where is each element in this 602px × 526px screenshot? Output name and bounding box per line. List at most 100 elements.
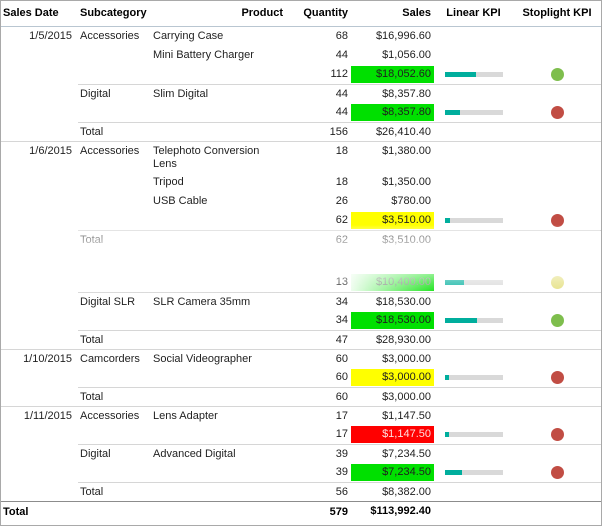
table-row: 1/5/2015 Accessories Carrying Case 68 $16,99… xyxy=(1,27,601,46)
sales-cell: $8,357.80 xyxy=(351,103,434,122)
sales-cell: $16,996.60 xyxy=(351,27,434,46)
quantity-cell: 18 xyxy=(286,141,351,173)
sales-date-cell xyxy=(1,482,78,501)
product-cell xyxy=(149,368,286,387)
sales-date-cell: 1/5/2015 xyxy=(29,30,72,42)
linear-kpi-cell xyxy=(434,122,513,141)
linear-kpi-gauge xyxy=(444,470,503,475)
group-total-row: Total 60 $3,000.00 xyxy=(1,387,601,406)
linear-kpi-cell xyxy=(434,103,513,122)
linear-kpi-cell xyxy=(434,292,513,311)
sales-cell: $1,056.00 xyxy=(351,46,434,65)
subcategory-cell: Accessories xyxy=(80,30,140,42)
sales-cell: $18,052.60 xyxy=(351,65,434,84)
subcategory-cell xyxy=(78,103,149,122)
product-cell: Carrying Case xyxy=(153,30,224,42)
stoplight-kpi-cell xyxy=(513,65,601,84)
sales-kpi-highlight: $18,052.60 xyxy=(351,66,434,83)
linear-kpi-cell xyxy=(434,173,513,192)
sales-value: $3,510.00 xyxy=(382,234,431,246)
subcategory-cell xyxy=(78,425,149,444)
sales-cell xyxy=(351,249,434,273)
quantity-cell: 47 xyxy=(286,330,351,349)
linear-kpi-cell xyxy=(434,27,513,46)
quantity-cell: 156 xyxy=(286,122,351,141)
hidden-rows-gap xyxy=(1,249,601,273)
sales-value: $18,530.00 xyxy=(375,296,431,308)
linear-kpi-fill xyxy=(444,110,461,115)
linear-kpi-fill xyxy=(444,375,450,380)
stoplight-kpi-cell xyxy=(513,368,601,387)
sales-date-cell xyxy=(1,444,78,463)
linear-kpi-cell xyxy=(434,502,513,525)
sales-cell: $26,410.40 xyxy=(351,122,434,141)
sales-date-cell xyxy=(1,292,78,311)
quantity-cell: 26 xyxy=(335,195,348,207)
sales-cell: $1,147.50 xyxy=(351,425,434,444)
column-header-product: Product xyxy=(149,1,286,27)
linear-kpi-fill xyxy=(444,318,477,323)
subcategory-cell: Total xyxy=(78,387,149,406)
stoplight-indicator-yellow xyxy=(550,276,564,289)
stoplight-kpi-cell xyxy=(513,211,601,230)
linear-kpi-fill xyxy=(444,72,477,77)
subcategory-cell xyxy=(78,273,149,292)
quantity-cell: 34 xyxy=(335,314,348,326)
subtotal-row: 13 $10,400.00 xyxy=(1,273,601,292)
quantity-cell: 44 xyxy=(335,106,348,118)
stoplight-kpi-cell xyxy=(513,192,601,211)
product-cell: SLR Camera 35mm xyxy=(149,292,286,311)
product-cell xyxy=(149,502,286,525)
stoplight-indicator-red xyxy=(550,428,564,441)
sales-date-cell xyxy=(1,330,78,349)
stoplight-kpi-cell xyxy=(513,330,601,349)
grand-total-sales: $113,992.40 xyxy=(351,502,434,525)
stoplight-kpi-cell xyxy=(513,311,601,330)
stoplight-kpi-cell xyxy=(513,84,601,103)
sales-date-cell xyxy=(1,463,78,482)
sales-cell: $3,510.00 xyxy=(351,211,434,230)
quantity-cell: 17 xyxy=(335,428,348,440)
product-cell: Lens Adapter xyxy=(149,406,286,425)
group-total-row: Total 56 $8,382.00 xyxy=(1,482,601,501)
linear-kpi-cell xyxy=(434,249,513,273)
sales-value: $8,382.00 xyxy=(382,486,431,498)
linear-kpi-cell xyxy=(434,482,513,501)
table-row: Digital SLR SLR Camera 35mm 34 $18,530.00 xyxy=(1,292,601,311)
sales-date-cell xyxy=(1,84,78,103)
product-cell xyxy=(149,249,286,273)
product-cell xyxy=(149,463,286,482)
linear-kpi-cell xyxy=(434,311,513,330)
sales-date-cell xyxy=(1,311,78,330)
stoplight-kpi-cell xyxy=(513,444,601,463)
linear-kpi-gauge xyxy=(444,280,503,285)
sales-value: $16,996.60 xyxy=(375,30,431,42)
sales-date-cell xyxy=(1,103,78,122)
column-header-quantity: Quantity xyxy=(286,1,351,27)
column-header-stoplight-kpi: Stoplight KPI xyxy=(513,1,601,27)
product-cell: Mini Battery Charger xyxy=(153,49,254,61)
subcategory-cell xyxy=(78,368,149,387)
sales-value: $113,992.40 xyxy=(370,505,431,517)
sales-date-cell xyxy=(1,387,78,406)
quantity-cell: 56 xyxy=(286,482,351,501)
sales-kpi-highlight: $7,234.50 xyxy=(351,464,434,481)
linear-kpi-fill xyxy=(444,432,449,437)
subtotal-row: 17 $1,147.50 xyxy=(1,425,601,444)
sales-date-cell: 1/11/2015 xyxy=(1,406,78,425)
quantity-cell: 60 xyxy=(286,349,351,368)
stoplight-indicator-red xyxy=(550,214,564,227)
linear-kpi-fill xyxy=(444,280,464,285)
sales-kpi-highlight: $3,510.00 xyxy=(351,212,434,229)
linear-kpi-gauge xyxy=(444,72,503,77)
stoplight-kpi-cell xyxy=(513,173,601,192)
group-total-row: Total 47 $28,930.00 xyxy=(1,330,601,349)
product-cell: USB Cable xyxy=(153,195,208,207)
sales-cell: $1,350.00 xyxy=(351,173,434,192)
subcategory-cell xyxy=(78,173,149,192)
quantity-cell: 68 xyxy=(335,30,348,42)
sales-cell: $8,357.80 xyxy=(351,84,434,103)
subcategory-cell: Total xyxy=(78,482,149,501)
quantity-cell: 17 xyxy=(286,406,351,425)
subcategory-cell: Accessories xyxy=(78,141,149,173)
